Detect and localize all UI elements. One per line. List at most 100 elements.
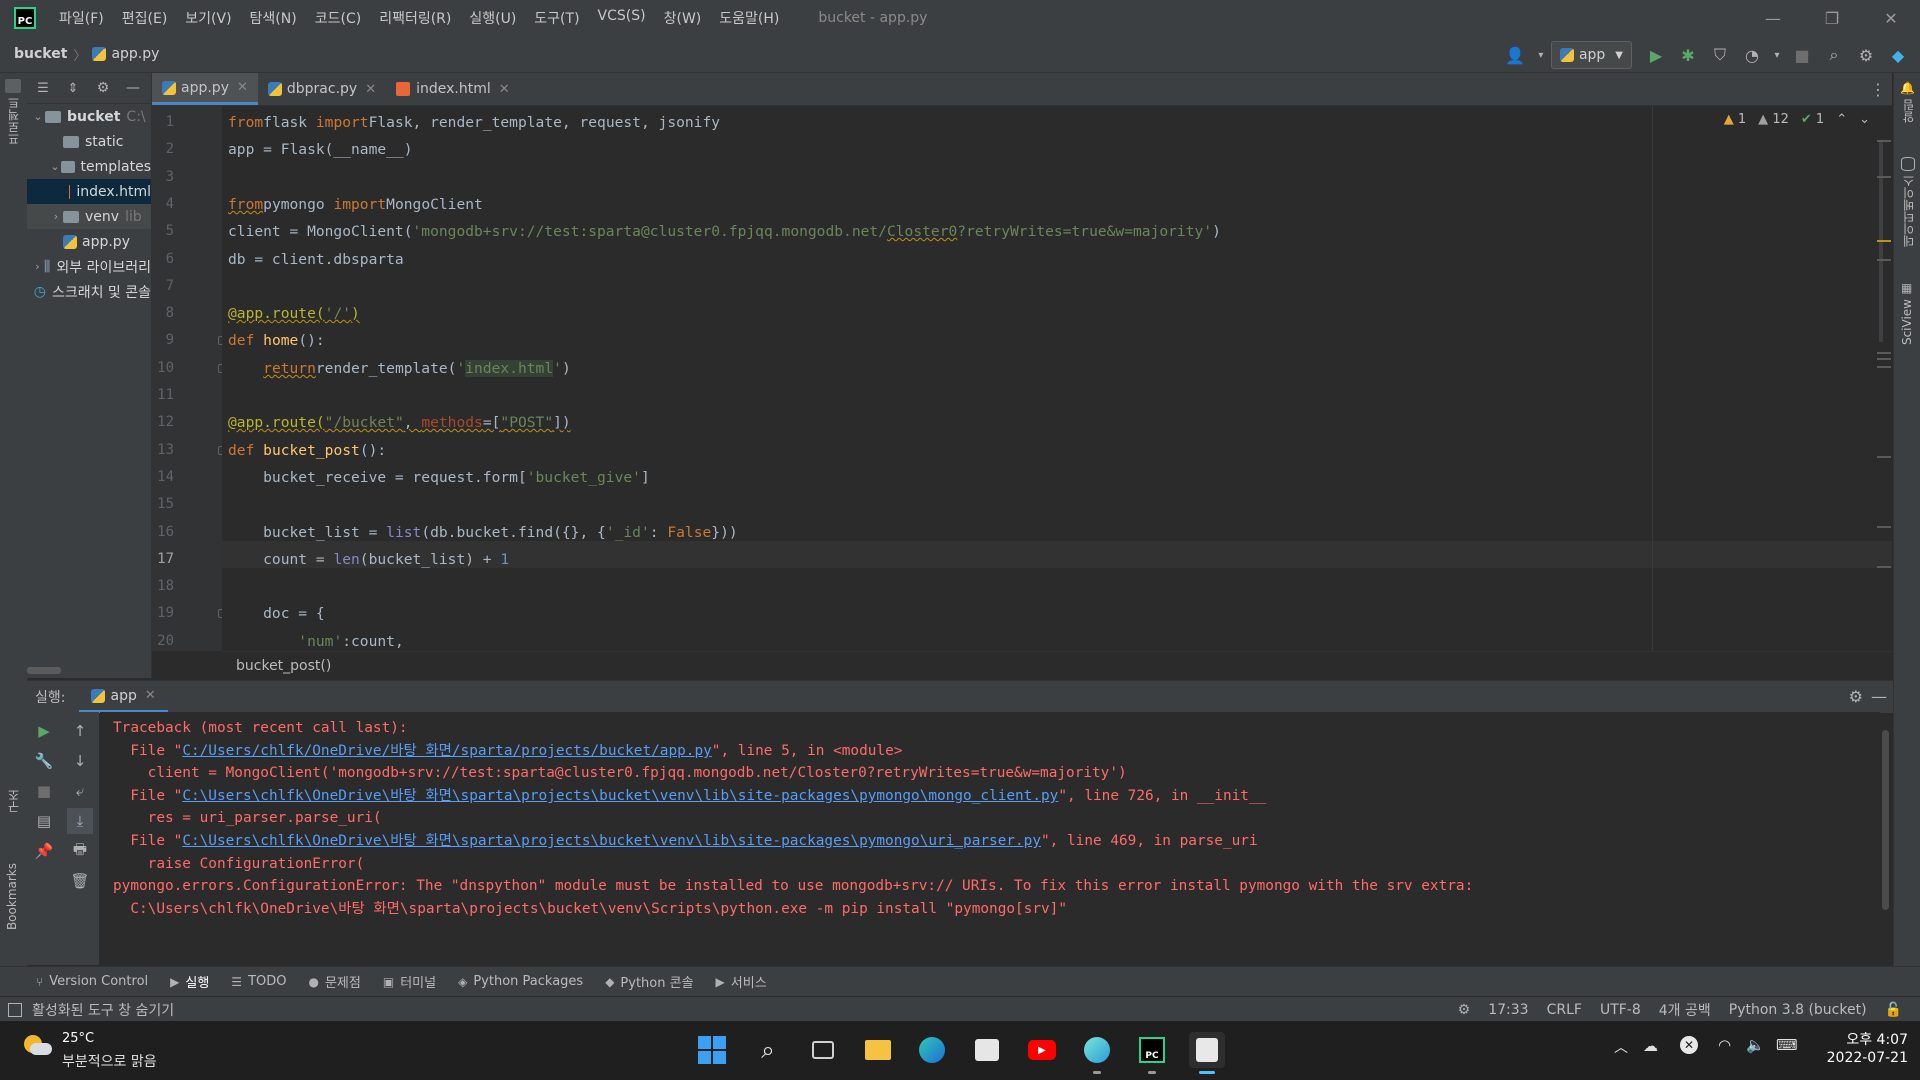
structure-tool-label[interactable]: 구조 [5,789,22,813]
coverage-icon[interactable]: ⛉ [1707,42,1733,68]
line-number[interactable]: 18 [152,573,174,600]
close-tab-icon[interactable]: ✕ [365,82,376,97]
close-window-icon[interactable]: ✕ [1862,0,1920,36]
stripe-mark[interactable] [1877,140,1891,142]
breadcrumb-project[interactable]: bucket [14,46,67,62]
sciview-tool-label[interactable]: SciView [1900,299,1914,345]
menu-item[interactable]: 보기(V) [176,8,240,28]
menu-item[interactable]: 코드(C) [306,8,370,28]
editor-tab[interactable]: app.py ✕ [152,73,258,105]
expand-all-icon[interactable]: ☰ [34,75,52,101]
settings-gear-icon[interactable]: ⚙ [1853,42,1879,68]
horizontal-scrollbar[interactable] [27,667,61,674]
chevron-down-icon[interactable]: ▾ [1534,42,1548,68]
file-link[interactable]: C:\Users\chlfk\OneDrive\바탕 화면\sparta\pro… [182,833,1041,849]
editor-tab[interactable]: index.html ✕ [386,73,520,105]
close-tab-icon[interactable]: ✕ [145,688,156,703]
line-number[interactable]: 16 [152,519,174,546]
menu-item[interactable]: 파일(F) [50,8,113,28]
line-number[interactable]: 13 [152,437,174,464]
menu-item[interactable]: 탐색(N) [241,8,306,28]
profile-icon[interactable]: ◔ [1739,42,1765,68]
user-icon[interactable]: 👤 [1502,42,1528,68]
scroll-up-icon[interactable]: ↑ [67,718,93,744]
stripe-mark[interactable] [1877,566,1891,568]
scroll-down-icon[interactable]: ↓ [67,748,93,774]
stripe-mark[interactable] [1877,456,1891,458]
menu-item[interactable]: VCS(S) [589,8,655,28]
python-interpreter[interactable]: Python 3.8 (bucket) [1729,1002,1867,1018]
scroll-to-end-icon[interactable]: ⤓ [67,808,93,834]
tool-tab[interactable]: ● 문제점 [308,972,360,992]
more-tabs-icon[interactable]: ⋮ [1870,80,1886,99]
line-number[interactable]: 7 [152,273,174,300]
menu-item[interactable]: 도움말(H) [710,8,788,28]
notifications-icon[interactable]: 🔔 [1900,81,1915,95]
line-number[interactable]: 9 [152,327,174,354]
file-encoding[interactable]: UTF-8 [1600,1002,1641,1018]
line-number[interactable]: 11 [152,382,174,409]
file-link[interactable]: C:/Users/chlfk/OneDrive/바탕 화면/sparta/pro… [182,743,711,759]
chevron-up-icon[interactable]: ︿ [1614,1037,1628,1057]
weak-warning-count[interactable]: ▲ 12 [1758,112,1789,127]
onedrive-icon[interactable]: ☁ [1643,1037,1658,1055]
line-number[interactable]: 12 [152,409,174,436]
menu-item[interactable]: 리팩터링(R) [370,8,460,28]
lock-icon[interactable]: 🔓 [1885,1002,1902,1018]
clock-time[interactable]: 오후 4:07 [1818,1029,1908,1049]
tree-item[interactable]: › venv lib [27,204,151,229]
task-view-icon[interactable] [805,1032,841,1068]
tree-item[interactable]: app.py [27,229,151,254]
line-number[interactable]: 2 [152,136,174,163]
tool-tab[interactable]: ▶ 서비스 [716,972,767,992]
run-tab-app[interactable]: app ✕ [79,681,168,713]
collapse-all-icon[interactable]: ⇕ [64,75,82,101]
tree-item[interactable]: ⌄ bucket C:\ [27,104,151,129]
function-breadcrumb[interactable]: bucket_post() [236,658,331,674]
jetbrains-toolbox-icon[interactable]: ◆ [1885,42,1911,68]
tree-item[interactable]: › ⫼ 외부 라이브러리 [27,254,151,279]
warning-count[interactable]: ▲ 1 [1724,112,1746,127]
typo-count[interactable]: ✔ 1 [1801,112,1824,127]
menu-item[interactable]: 도구(T) [525,8,588,28]
vertical-scrollbar[interactable] [1879,142,1883,342]
sciview-icon[interactable]: ▦ [1901,281,1912,295]
editor-tab[interactable]: dbprac.py ✕ [258,73,386,105]
stop-icon[interactable]: ■ [31,778,57,804]
language-icon[interactable]: ⌨ [1776,1036,1798,1054]
minimize-icon[interactable]: — [1744,0,1802,36]
menu-item[interactable]: 실행(U) [460,8,525,28]
database-icon[interactable] [1901,157,1915,171]
file-link[interactable]: C:\Users\chlfk\OneDrive\바탕 화면\sparta\pro… [182,788,1058,804]
tool-tab[interactable]: ▣ 터미널 [383,972,436,992]
error-stripe[interactable] [1877,106,1892,651]
line-separator[interactable]: CRLF [1547,1002,1582,1018]
stripe-mark[interactable] [1877,176,1891,178]
pycharm-logo-icon[interactable]: PC [14,7,36,29]
pin-icon[interactable]: 📌 [31,838,57,864]
inspection-widget[interactable]: ▲ 1 ▲ 12 ✔ 1 ⌃ ⌄ [1724,112,1870,127]
line-number[interactable]: 5 [152,218,174,245]
soft-wrap-icon[interactable]: ⤶ [67,778,93,804]
stop-icon[interactable]: ■ [1789,42,1815,68]
line-number[interactable]: 3 [152,164,174,191]
tree-item[interactable]: ◷ 스크래치 및 콘솔 [27,279,151,304]
chevron-down-icon[interactable]: ⌄ [1859,112,1870,127]
restore-icon[interactable]: ❐ [1803,0,1861,36]
code-editor[interactable]: fromflask importFlask, render_template, … [222,106,1892,651]
project-tool-icon[interactable] [5,79,21,93]
layout-icon[interactable]: ▤ [31,808,57,834]
line-number[interactable]: 17 [152,546,174,573]
close-tab-icon[interactable]: ✕ [237,80,248,95]
chevron-right-icon[interactable]: › [31,260,44,273]
file-explorer-icon[interactable] [860,1032,896,1068]
pycharm-taskbar-icon[interactable]: PC [1134,1032,1170,1074]
stripe-mark[interactable] [1877,352,1891,354]
run-console[interactable]: Traceback (most recent call last): File … [100,712,1880,965]
volume-icon[interactable]: 🔈 [1746,1036,1765,1054]
stripe-warning-mark[interactable] [1877,240,1891,242]
stripe-mark[interactable] [1877,259,1891,261]
wifi-icon[interactable]: ◠ [1718,1036,1731,1054]
edge-browser-icon[interactable] [914,1032,950,1068]
settings-gear-icon[interactable]: ⚙ [94,75,112,101]
